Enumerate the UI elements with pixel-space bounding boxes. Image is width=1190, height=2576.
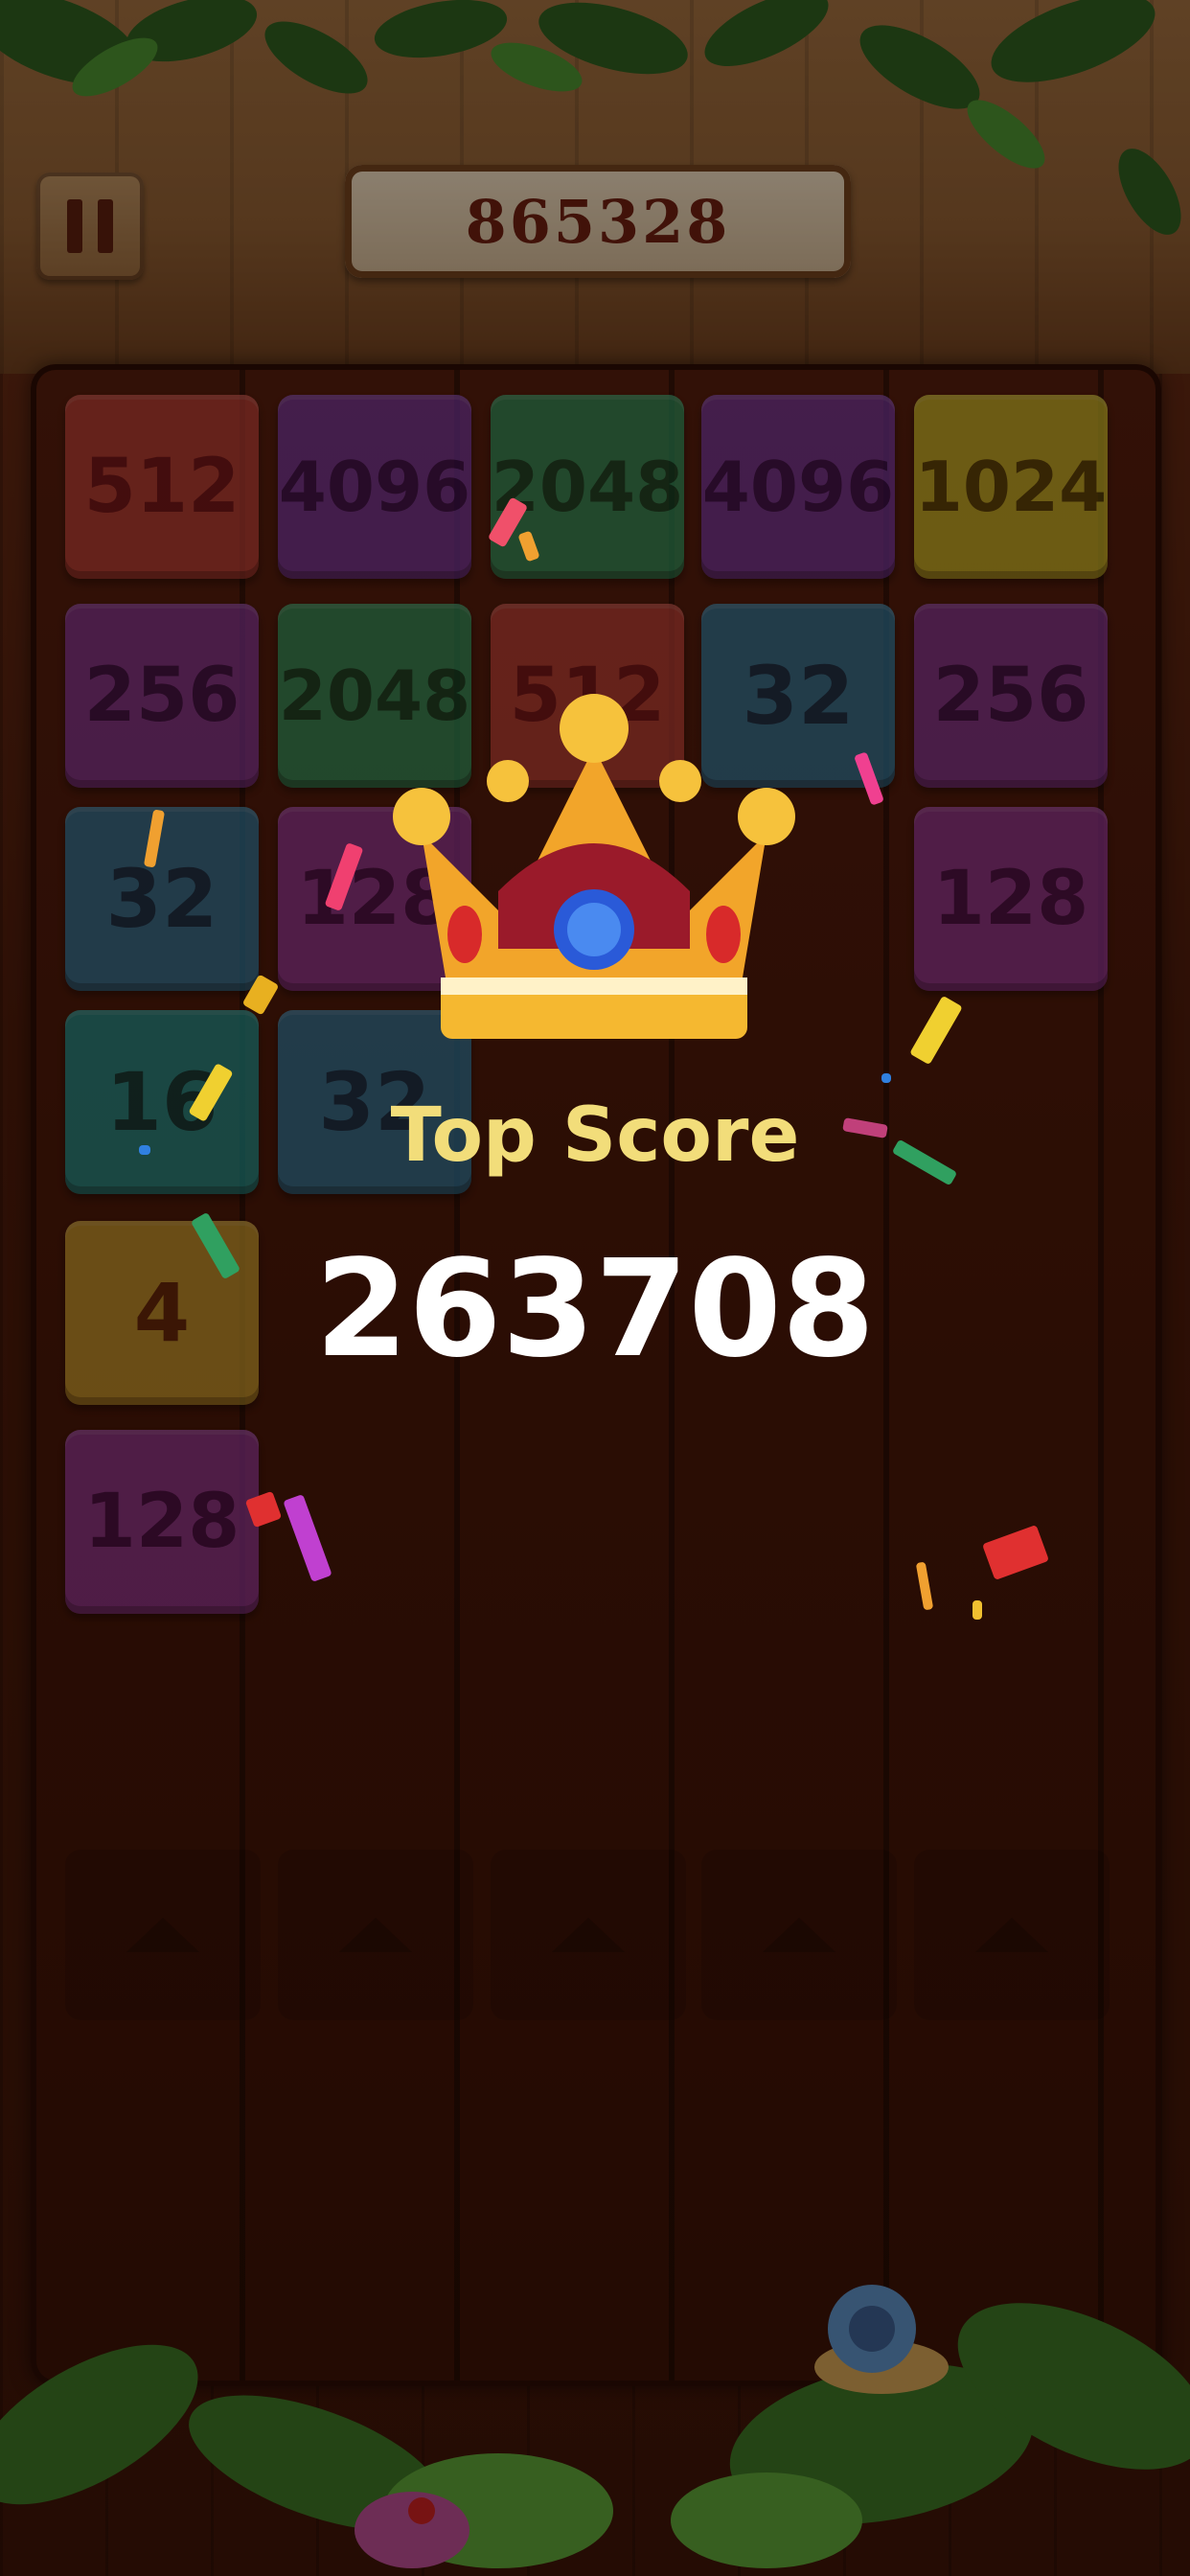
top-score-label: Top Score [390, 1092, 800, 1179]
top-score-value: 263708 [314, 1231, 876, 1388]
confetti-piece [881, 1073, 891, 1083]
confetti-piece [973, 1600, 982, 1620]
crown-icon [393, 694, 795, 1039]
